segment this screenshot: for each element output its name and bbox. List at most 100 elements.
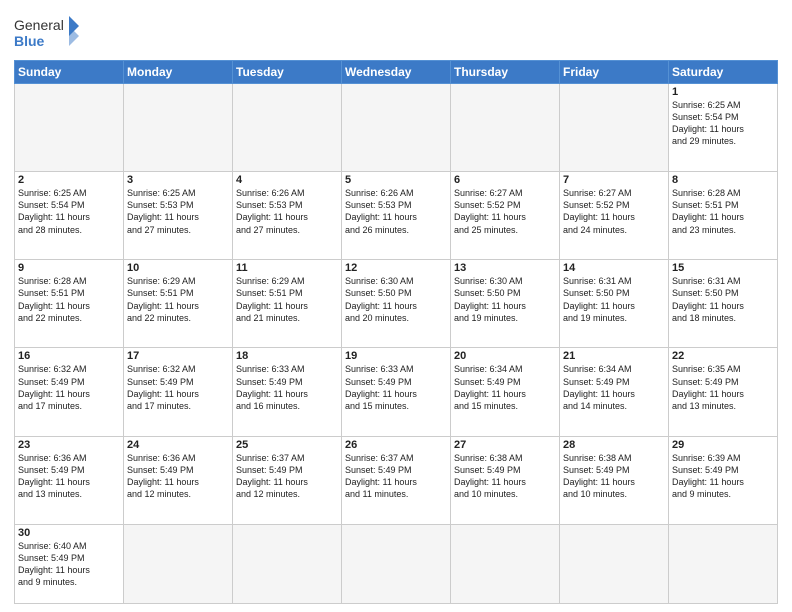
calendar-cell: 6Sunrise: 6:27 AMSunset: 5:52 PMDaylight… <box>451 172 560 260</box>
day-info: Sunrise: 6:27 AMSunset: 5:52 PMDaylight:… <box>454 187 556 236</box>
calendar-cell: 13Sunrise: 6:30 AMSunset: 5:50 PMDayligh… <box>451 260 560 348</box>
calendar-cell: 4Sunrise: 6:26 AMSunset: 5:53 PMDaylight… <box>233 172 342 260</box>
week-row-5: 30Sunrise: 6:40 AMSunset: 5:49 PMDayligh… <box>15 524 778 603</box>
day-info: Sunrise: 6:25 AMSunset: 5:54 PMDaylight:… <box>672 99 774 148</box>
day-info: Sunrise: 6:25 AMSunset: 5:53 PMDaylight:… <box>127 187 229 236</box>
week-row-2: 9Sunrise: 6:28 AMSunset: 5:51 PMDaylight… <box>15 260 778 348</box>
week-row-3: 16Sunrise: 6:32 AMSunset: 5:49 PMDayligh… <box>15 348 778 436</box>
day-info: Sunrise: 6:37 AMSunset: 5:49 PMDaylight:… <box>236 452 338 501</box>
day-info: Sunrise: 6:28 AMSunset: 5:51 PMDaylight:… <box>18 275 120 324</box>
calendar-body: 1Sunrise: 6:25 AMSunset: 5:54 PMDaylight… <box>15 84 778 604</box>
calendar-cell <box>560 84 669 172</box>
week-row-1: 2Sunrise: 6:25 AMSunset: 5:54 PMDaylight… <box>15 172 778 260</box>
day-info: Sunrise: 6:39 AMSunset: 5:49 PMDaylight:… <box>672 452 774 501</box>
calendar-cell: 22Sunrise: 6:35 AMSunset: 5:49 PMDayligh… <box>669 348 778 436</box>
calendar-cell: 21Sunrise: 6:34 AMSunset: 5:49 PMDayligh… <box>560 348 669 436</box>
day-number: 22 <box>672 350 774 362</box>
week-row-0: 1Sunrise: 6:25 AMSunset: 5:54 PMDaylight… <box>15 84 778 172</box>
calendar-cell: 23Sunrise: 6:36 AMSunset: 5:49 PMDayligh… <box>15 436 124 524</box>
calendar-header: SundayMondayTuesdayWednesdayThursdayFrid… <box>15 61 778 84</box>
calendar-cell <box>669 524 778 603</box>
day-number: 10 <box>127 262 229 274</box>
day-number: 25 <box>236 439 338 451</box>
day-info: Sunrise: 6:36 AMSunset: 5:49 PMDaylight:… <box>18 452 120 501</box>
day-number: 1 <box>672 86 774 98</box>
day-info: Sunrise: 6:33 AMSunset: 5:49 PMDaylight:… <box>345 363 447 412</box>
day-info: Sunrise: 6:30 AMSunset: 5:50 PMDaylight:… <box>454 275 556 324</box>
calendar-cell <box>15 84 124 172</box>
calendar-cell: 16Sunrise: 6:32 AMSunset: 5:49 PMDayligh… <box>15 348 124 436</box>
day-info: Sunrise: 6:38 AMSunset: 5:49 PMDaylight:… <box>563 452 665 501</box>
day-info: Sunrise: 6:25 AMSunset: 5:54 PMDaylight:… <box>18 187 120 236</box>
day-info: Sunrise: 6:28 AMSunset: 5:51 PMDaylight:… <box>672 187 774 236</box>
day-number: 24 <box>127 439 229 451</box>
day-number: 29 <box>672 439 774 451</box>
calendar-cell: 27Sunrise: 6:38 AMSunset: 5:49 PMDayligh… <box>451 436 560 524</box>
day-number: 5 <box>345 174 447 186</box>
day-number: 2 <box>18 174 120 186</box>
day-info: Sunrise: 6:27 AMSunset: 5:52 PMDaylight:… <box>563 187 665 236</box>
calendar-cell: 17Sunrise: 6:32 AMSunset: 5:49 PMDayligh… <box>124 348 233 436</box>
calendar-cell: 14Sunrise: 6:31 AMSunset: 5:50 PMDayligh… <box>560 260 669 348</box>
day-number: 8 <box>672 174 774 186</box>
day-number: 12 <box>345 262 447 274</box>
calendar-cell <box>451 84 560 172</box>
day-number: 28 <box>563 439 665 451</box>
day-info: Sunrise: 6:36 AMSunset: 5:49 PMDaylight:… <box>127 452 229 501</box>
day-number: 15 <box>672 262 774 274</box>
calendar-cell: 19Sunrise: 6:33 AMSunset: 5:49 PMDayligh… <box>342 348 451 436</box>
calendar-cell: 2Sunrise: 6:25 AMSunset: 5:54 PMDaylight… <box>15 172 124 260</box>
day-number: 27 <box>454 439 556 451</box>
calendar-cell: 28Sunrise: 6:38 AMSunset: 5:49 PMDayligh… <box>560 436 669 524</box>
day-info: Sunrise: 6:26 AMSunset: 5:53 PMDaylight:… <box>236 187 338 236</box>
header: General Blue <box>14 10 778 54</box>
calendar-cell: 20Sunrise: 6:34 AMSunset: 5:49 PMDayligh… <box>451 348 560 436</box>
week-row-4: 23Sunrise: 6:36 AMSunset: 5:49 PMDayligh… <box>15 436 778 524</box>
day-header-thursday: Thursday <box>451 61 560 84</box>
day-number: 17 <box>127 350 229 362</box>
day-info: Sunrise: 6:40 AMSunset: 5:49 PMDaylight:… <box>18 540 120 589</box>
day-number: 4 <box>236 174 338 186</box>
calendar-cell: 7Sunrise: 6:27 AMSunset: 5:52 PMDaylight… <box>560 172 669 260</box>
day-info: Sunrise: 6:34 AMSunset: 5:49 PMDaylight:… <box>563 363 665 412</box>
day-info: Sunrise: 6:29 AMSunset: 5:51 PMDaylight:… <box>236 275 338 324</box>
day-number: 23 <box>18 439 120 451</box>
day-number: 7 <box>563 174 665 186</box>
calendar-cell: 11Sunrise: 6:29 AMSunset: 5:51 PMDayligh… <box>233 260 342 348</box>
day-info: Sunrise: 6:26 AMSunset: 5:53 PMDaylight:… <box>345 187 447 236</box>
day-info: Sunrise: 6:38 AMSunset: 5:49 PMDaylight:… <box>454 452 556 501</box>
calendar-cell <box>342 524 451 603</box>
calendar-cell: 5Sunrise: 6:26 AMSunset: 5:53 PMDaylight… <box>342 172 451 260</box>
day-header-sunday: Sunday <box>15 61 124 84</box>
calendar-cell: 26Sunrise: 6:37 AMSunset: 5:49 PMDayligh… <box>342 436 451 524</box>
day-info: Sunrise: 6:37 AMSunset: 5:49 PMDaylight:… <box>345 452 447 501</box>
calendar-cell <box>233 524 342 603</box>
calendar-cell <box>124 524 233 603</box>
day-header-wednesday: Wednesday <box>342 61 451 84</box>
day-header-friday: Friday <box>560 61 669 84</box>
calendar-cell: 8Sunrise: 6:28 AMSunset: 5:51 PMDaylight… <box>669 172 778 260</box>
svg-text:Blue: Blue <box>14 33 45 49</box>
calendar-cell: 10Sunrise: 6:29 AMSunset: 5:51 PMDayligh… <box>124 260 233 348</box>
day-number: 18 <box>236 350 338 362</box>
day-info: Sunrise: 6:31 AMSunset: 5:50 PMDaylight:… <box>563 275 665 324</box>
calendar-cell <box>451 524 560 603</box>
day-header-tuesday: Tuesday <box>233 61 342 84</box>
page: General Blue SundayMondayTuesdayWednesda… <box>0 0 792 612</box>
day-number: 9 <box>18 262 120 274</box>
generalblue-logo-icon: General Blue <box>14 14 84 54</box>
calendar-cell <box>124 84 233 172</box>
calendar-table: SundayMondayTuesdayWednesdayThursdayFrid… <box>14 60 778 604</box>
day-number: 11 <box>236 262 338 274</box>
day-info: Sunrise: 6:33 AMSunset: 5:49 PMDaylight:… <box>236 363 338 412</box>
day-headers-row: SundayMondayTuesdayWednesdayThursdayFrid… <box>15 61 778 84</box>
day-number: 20 <box>454 350 556 362</box>
day-header-saturday: Saturday <box>669 61 778 84</box>
calendar-cell: 1Sunrise: 6:25 AMSunset: 5:54 PMDaylight… <box>669 84 778 172</box>
day-info: Sunrise: 6:34 AMSunset: 5:49 PMDaylight:… <box>454 363 556 412</box>
day-number: 3 <box>127 174 229 186</box>
day-number: 26 <box>345 439 447 451</box>
calendar-cell <box>342 84 451 172</box>
logo: General Blue <box>14 14 84 54</box>
day-info: Sunrise: 6:29 AMSunset: 5:51 PMDaylight:… <box>127 275 229 324</box>
